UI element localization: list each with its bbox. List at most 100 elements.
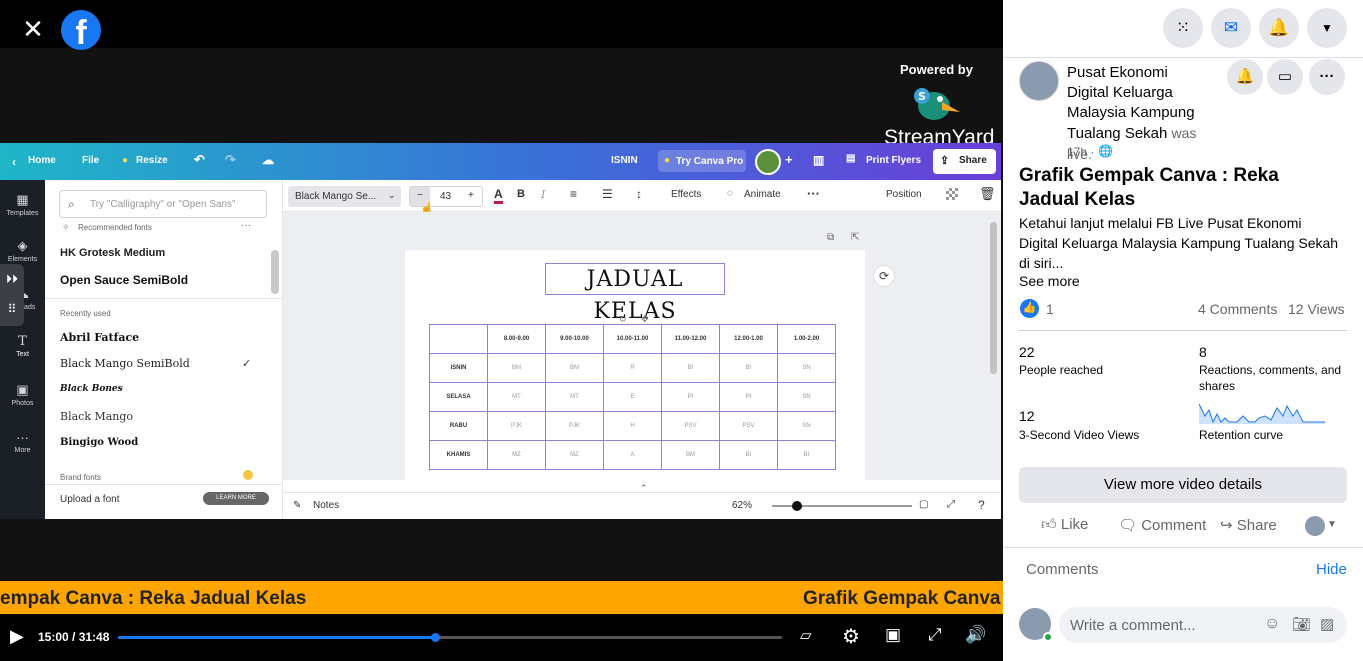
video-player[interactable]: ✕ f Powered by S StreamYard ‹ Home File … <box>0 0 1003 661</box>
zoom-slider-knob[interactable] <box>792 501 803 511</box>
canva-resize[interactable]: Resize <box>136 155 168 166</box>
play-icon[interactable]: ▶ <box>10 626 24 647</box>
design-page[interactable]: JADUAL KELAS ↻ ✥ 8.00-9.00 9.00-10.00 10.0… <box>405 250 865 490</box>
actor-avatar[interactable] <box>1305 516 1325 536</box>
page-avatar[interactable] <box>1019 61 1059 101</box>
comments-count[interactable]: 4 Comments <box>1198 301 1277 317</box>
position-button[interactable]: Position <box>886 189 922 200</box>
rail-photos[interactable]: ▣ Photos <box>0 382 45 407</box>
canva-file[interactable]: File <box>82 155 99 166</box>
chevron-left-icon[interactable]: ‹ <box>12 155 16 169</box>
share-action[interactable]: ↪ Share <box>1220 516 1277 534</box>
sticker-icon[interactable]: ▨ <box>1320 615 1334 633</box>
timetable[interactable]: 8.00-9.00 9.00-10.00 10.00-11.00 11.00-12.0… <box>429 324 836 470</box>
plus-icon[interactable]: + <box>785 152 793 167</box>
canva-screen: ‹ Home File ● Resize ↶ ↷ ☁ ISNIN ● Try C… <box>0 143 1001 519</box>
rail-text[interactable]: T Text <box>0 334 45 358</box>
plus-icon[interactable]: + <box>468 190 474 201</box>
canva-home[interactable]: Home <box>28 155 56 166</box>
design-title[interactable]: JADUAL KELAS <box>545 263 725 324</box>
notify-bell-icon[interactable]: 🔔 <box>1227 59 1263 95</box>
animate-button[interactable]: Animate <box>744 189 781 200</box>
canva-page-name[interactable]: ISNIN <box>611 155 638 166</box>
effects-button[interactable]: Effects <box>671 189 701 200</box>
like-reaction-icon[interactable]: 👍 <box>1020 299 1039 318</box>
rail-more[interactable]: ··· More <box>0 430 45 454</box>
messenger-icon[interactable]: ✉ <box>1211 8 1251 48</box>
transparency-icon[interactable] <box>946 188 958 200</box>
font-size-value[interactable]: 43 <box>440 191 451 202</box>
zoom-value[interactable]: 62% <box>732 500 752 511</box>
comment-input[interactable]: Write a comment... ☺ 📷︎ ▨ <box>1059 607 1347 643</box>
font-select[interactable]: Black Mango Se... ⌄ <box>288 186 401 207</box>
trash-icon[interactable]: 🗑 <box>979 186 996 202</box>
font-option[interactable]: Black Mango SemiBold <box>60 357 190 370</box>
refresh-icon[interactable]: ⟳ <box>873 265 895 287</box>
list-icon[interactable]: ☰ <box>602 187 613 201</box>
font-option[interactable]: Black Mango <box>60 410 133 423</box>
fullscreen-icon[interactable]: ⤢ <box>947 499 955 510</box>
view-more-details-button[interactable]: View more video details <box>1019 467 1347 503</box>
progress-bar[interactable] <box>118 633 782 642</box>
canva-share-button[interactable]: ⇪ Share <box>933 149 996 174</box>
more-dots-icon[interactable]: ··· <box>1309 59 1345 95</box>
italic-icon[interactable]: I <box>541 188 545 201</box>
bold-icon[interactable]: B <box>517 188 525 200</box>
comment-action[interactable]: 🗨︎ Comment <box>1118 516 1206 534</box>
streamyard-expand-handle[interactable]: ⏵⏵ ⠿ <box>0 264 24 326</box>
retention-curve-sparkline[interactable] <box>1199 402 1325 424</box>
font-option[interactable]: Abril Fatface <box>60 331 139 344</box>
caret-down-icon[interactable]: ▼ <box>1327 519 1337 530</box>
add-page-icon[interactable]: ⇱ <box>851 232 859 243</box>
post-timestamp[interactable]: 17h · <box>1067 145 1094 159</box>
canva-avatar[interactable] <box>755 149 781 175</box>
redo-icon[interactable]: ↷ <box>225 152 236 168</box>
more-dots-icon[interactable]: ··· <box>241 220 251 231</box>
align-center-icon[interactable]: ≡ <box>570 187 577 201</box>
font-search-input[interactable]: ⌕ Try "Calligraphy" or "Open Sans" <box>59 190 267 218</box>
hide-comments-button[interactable]: Hide <box>1316 561 1347 578</box>
zoom-slider[interactable] <box>772 501 912 511</box>
facebook-logo[interactable]: f <box>61 10 101 50</box>
camera-icon[interactable]: 📷︎ <box>1292 615 1311 633</box>
analytics-icon[interactable]: ▥ <box>813 153 824 167</box>
close-icon[interactable]: ✕ <box>18 14 48 44</box>
caret-down-icon[interactable]: ▼ <box>1307 8 1347 48</box>
cloud-icon[interactable]: ☁ <box>262 153 274 167</box>
font-option[interactable]: Black Bones <box>60 384 123 394</box>
progress-knob[interactable] <box>430 633 440 642</box>
captions-icon[interactable]: ▱ <box>800 626 812 644</box>
font-panel-scrollbar[interactable] <box>271 250 279 294</box>
volume-icon[interactable]: 🔊 <box>965 625 986 645</box>
help-icon[interactable]: ? <box>978 498 985 512</box>
reaction-count[interactable]: 1 <box>1046 301 1054 317</box>
settings-gear-icon[interactable]: ⚙ <box>842 624 860 649</box>
view-more-label: View more video details <box>1103 476 1263 493</box>
try-pro-button[interactable]: ● Try Canva Pro <box>658 150 746 172</box>
print-button[interactable]: Print Flyers <box>866 155 921 166</box>
font-option[interactable]: Open Sauce SemiBold <box>60 273 188 287</box>
bell-icon[interactable]: 🔔 <box>1259 8 1299 48</box>
spacing-icon[interactable]: ↕ <box>636 187 642 201</box>
more-dots-icon[interactable]: ··· <box>807 186 820 201</box>
emoji-icon[interactable]: ☺ <box>1264 615 1280 633</box>
save-icon[interactable]: ▭ <box>1267 59 1303 95</box>
notes-button[interactable]: Notes <box>313 500 339 511</box>
upload-font-link[interactable]: Upload a font <box>60 494 120 505</box>
font-option[interactable]: HK Grotesk Medium <box>60 247 165 259</box>
rail-elements[interactable]: ◈ Elements <box>0 238 45 263</box>
page-view-icon[interactable]: ▢ <box>919 499 928 510</box>
apps-grid-icon[interactable]: ⁙ <box>1163 8 1203 48</box>
crown-icon: ● <box>122 155 129 166</box>
fullscreen-icon[interactable]: ⤢ <box>928 625 942 645</box>
like-action[interactable]: 👍︎ Like <box>1041 516 1088 534</box>
duplicate-page-icon[interactable]: ⧉ <box>827 232 834 243</box>
undo-icon[interactable]: ↶ <box>194 152 205 168</box>
see-more-link[interactable]: See more <box>1019 273 1080 289</box>
picture-in-picture-icon[interactable]: ▣ <box>885 625 901 645</box>
learn-more-badge[interactable]: LEARN MORE <box>203 492 269 505</box>
font-option[interactable]: Bingigo Wood <box>60 437 138 448</box>
canvas-scrollbar[interactable] <box>990 222 997 374</box>
text-color-icon[interactable]: A <box>494 187 503 204</box>
rail-templates[interactable]: ▦ Templates <box>0 192 45 217</box>
